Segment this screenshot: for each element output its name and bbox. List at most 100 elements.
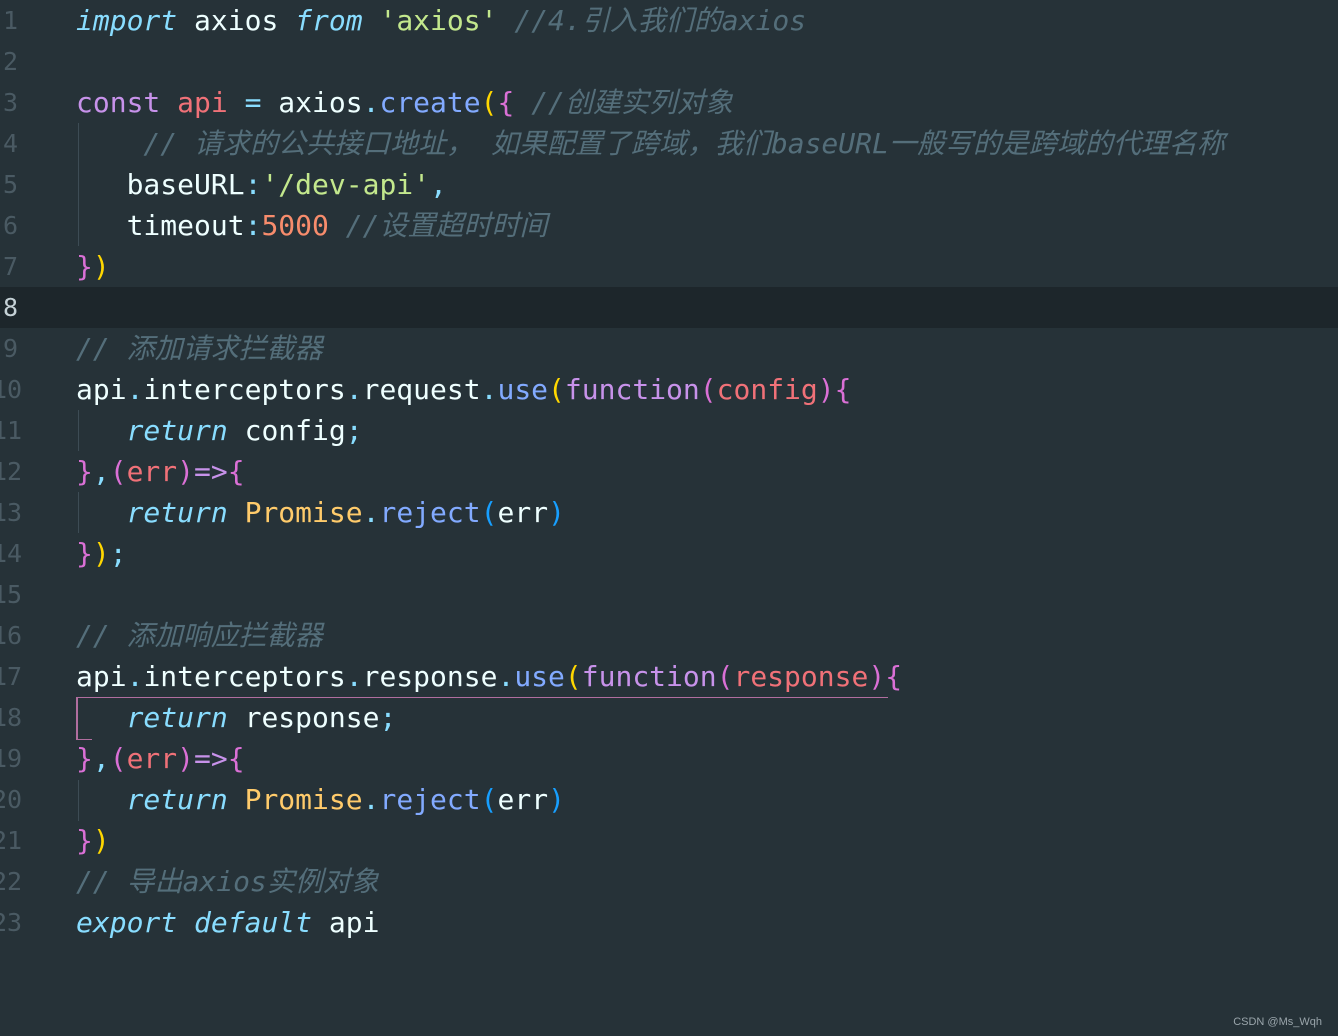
code-line[interactable]: 6 timeout:5000 //设置超时时间: [0, 205, 1338, 246]
code-line[interactable]: 5 baseURL:'/dev-api',: [0, 164, 1338, 205]
line-number: 20: [0, 785, 23, 814]
code-line[interactable]: 12},(err)=>{: [0, 451, 1338, 492]
watermark: CSDN @Ms_Wqh: [1233, 1016, 1322, 1028]
code-line[interactable]: 7}): [0, 246, 1338, 287]
line-number: 4: [2, 129, 18, 158]
line-number: 1: [2, 6, 18, 35]
code-token: api: [76, 373, 127, 406]
code-line[interactable]: 15: [0, 574, 1338, 615]
code-token: =>: [194, 742, 228, 775]
code-token: interceptors: [143, 660, 346, 693]
line-code: api.interceptors.request.use(function(co…: [76, 369, 852, 410]
code-line[interactable]: 11 return config;: [0, 410, 1338, 451]
code-token: ): [92, 824, 110, 857]
code-token: ,: [92, 742, 110, 775]
code-token: (: [109, 742, 127, 775]
line-code: baseURL:'/dev-api',: [76, 164, 447, 205]
code-token: default: [194, 906, 313, 939]
line-code: api.interceptors.response.use(function(r…: [76, 656, 902, 697]
line-code: export default api: [76, 902, 379, 943]
line-code: return Promise.reject(err): [76, 779, 565, 820]
line-number: 3: [2, 88, 18, 117]
code-token: request: [362, 373, 481, 406]
code-token: use: [514, 660, 565, 693]
line-number: 15: [0, 580, 23, 609]
code-token: (: [480, 496, 498, 529]
code-line[interactable]: 9 // 添加请求拦截器: [0, 328, 1338, 369]
code-token: err: [126, 742, 178, 775]
code-line[interactable]: 21}): [0, 820, 1338, 861]
code-line[interactable]: 1 import axios from 'axios' //4.引入我们的axio…: [0, 0, 1338, 41]
code-line[interactable]: 23 export default api: [0, 902, 1338, 943]
indent-guide: [78, 492, 79, 533]
code-token: reject: [379, 783, 481, 816]
code-token: .: [480, 373, 498, 406]
line-number: 18: [0, 703, 23, 732]
code-token: ): [548, 496, 565, 529]
code-token: (: [480, 86, 498, 119]
line-number: 7: [2, 252, 18, 281]
code-line[interactable]: 20 return Promise.reject(err): [0, 779, 1338, 820]
code-token: }: [76, 455, 93, 488]
line-code: });: [76, 533, 127, 574]
code-token: }: [76, 824, 93, 857]
code-token: baseURL: [76, 168, 245, 201]
code-token: .: [497, 660, 515, 693]
code-token: Promise: [244, 783, 363, 816]
code-token: // 导出axios实例对象: [76, 865, 379, 898]
code-line[interactable]: 10api.interceptors.request.use(function(…: [0, 369, 1338, 410]
line-code: return Promise.reject(err): [76, 492, 565, 533]
code-token: '/dev-api': [261, 168, 431, 201]
code-token: response: [227, 701, 380, 734]
code-token: return: [126, 496, 228, 529]
code-token: .: [362, 496, 380, 529]
code-token: {: [227, 742, 245, 775]
code-token: config: [227, 414, 346, 447]
code-token: config: [716, 373, 818, 406]
code-line[interactable]: 19},(err)=>{: [0, 738, 1338, 779]
code-token: timeout: [76, 209, 245, 242]
code-line[interactable]: 14});: [0, 533, 1338, 574]
code-line[interactable]: 17api.interceptors.response.use(function…: [0, 656, 1338, 697]
code-line[interactable]: 22 // 导出axios实例对象: [0, 861, 1338, 902]
line-code: // 请求的公共接口地址， 如果配置了跨域，我们baseURL一般写的是跨域的代…: [76, 123, 1224, 164]
code-token: export: [76, 906, 178, 939]
code-token: .: [345, 660, 363, 693]
line-number: 19: [0, 744, 23, 773]
code-token: function: [581, 660, 717, 693]
line-code: timeout:5000 //设置超时时间: [76, 205, 548, 246]
code-token: axios: [261, 86, 363, 119]
code-line[interactable]: 2: [0, 41, 1338, 82]
code-token: ;: [109, 537, 127, 570]
code-token: =>: [194, 455, 228, 488]
code-token: //设置超时时间: [328, 209, 548, 242]
code-token: {: [834, 373, 852, 406]
code-line[interactable]: 13 return Promise.reject(err): [0, 492, 1338, 533]
code-line[interactable]: 8: [0, 287, 1338, 328]
code-token: err: [497, 783, 549, 816]
line-number: 9: [2, 334, 18, 363]
code-line[interactable]: 18 return response;: [0, 697, 1338, 738]
code-token: return: [126, 701, 228, 734]
code-token: return: [126, 414, 228, 447]
indent-guide: [78, 780, 79, 821]
code-line[interactable]: 16 // 添加响应拦截器: [0, 615, 1338, 656]
code-token: (: [548, 373, 565, 406]
line-code: const api = axios.create({ //创建实列对象: [76, 82, 733, 123]
code-token: {: [227, 455, 245, 488]
code-token: create: [379, 86, 481, 119]
code-token: function: [564, 373, 700, 406]
code-token: ,: [430, 168, 447, 201]
code-editor[interactable]: 1 import axios from 'axios' //4.引入我们的axio…: [0, 0, 1338, 1036]
code-token: (: [716, 660, 734, 693]
line-number: 12: [0, 457, 23, 486]
code-line[interactable]: 3 const api = axios.create({ //创建实列对象: [0, 82, 1338, 123]
code-token: ): [177, 455, 195, 488]
code-token: const: [76, 86, 161, 119]
code-line[interactable]: 4 // 请求的公共接口地址， 如果配置了跨域，我们baseURL一般写的是跨域…: [0, 123, 1338, 164]
